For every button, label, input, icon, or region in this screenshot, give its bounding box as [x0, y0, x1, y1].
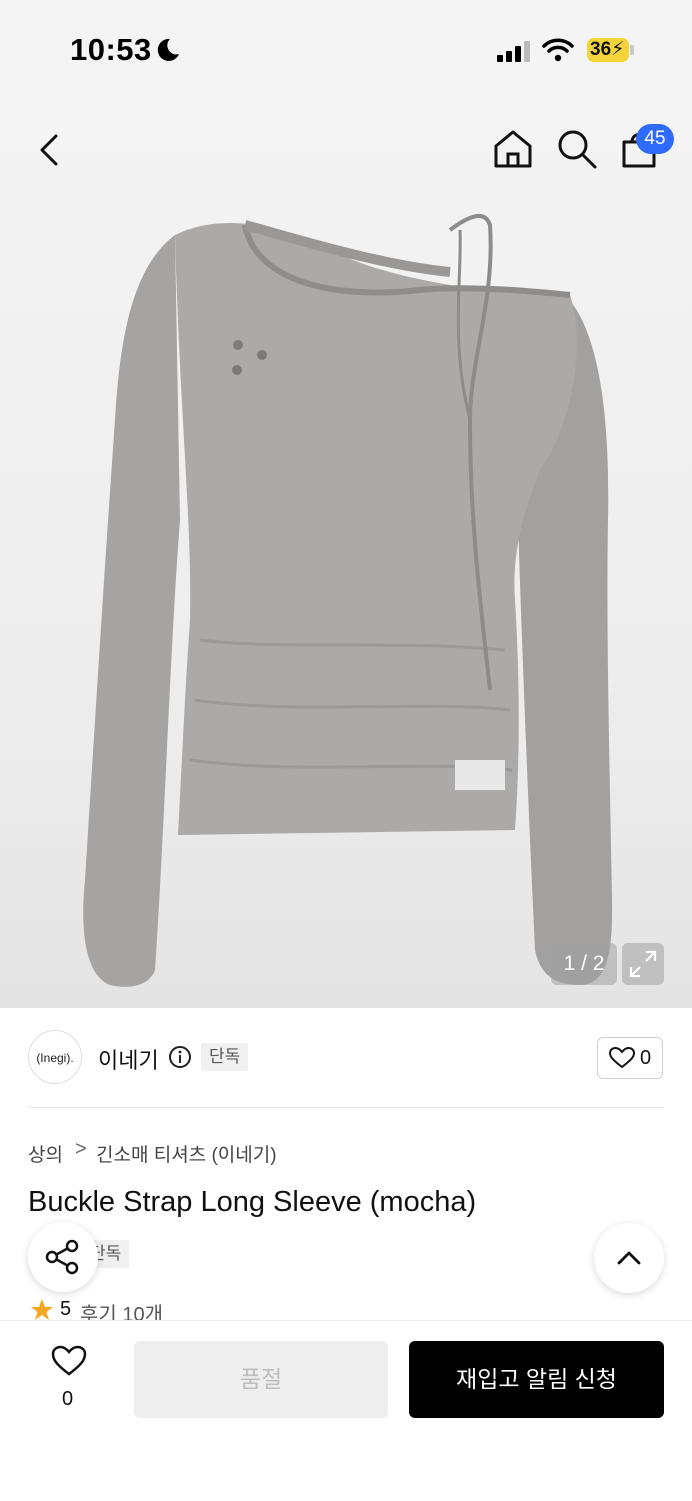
brand-like-count: 0 [640, 1047, 652, 1069]
sold-out-button[interactable]: 품절 [134, 1341, 388, 1418]
wishlist-count: 0 [62, 1388, 74, 1410]
back-button[interactable] [28, 128, 72, 172]
wishlist-heart-icon[interactable] [51, 1345, 87, 1377]
breadcrumb-subcategory[interactable]: 긴소매 티셔츠 (이네기) [96, 1140, 277, 1167]
divider [28, 1107, 664, 1108]
share-icon [45, 1239, 79, 1275]
share-button[interactable] [28, 1222, 98, 1292]
restock-alert-button[interactable]: 재입고 알림 신청 [409, 1341, 664, 1418]
cellular-signal-icon [497, 41, 530, 62]
chevron-up-icon [617, 1251, 641, 1265]
moon-icon [157, 38, 179, 61]
image-page-indicator: 1 / 2 [551, 943, 617, 985]
home-button[interactable] [490, 126, 536, 172]
breadcrumb-category[interactable]: 상의 [28, 1140, 63, 1167]
scroll-to-top-button[interactable] [594, 1223, 664, 1293]
search-button[interactable] [554, 126, 600, 172]
info-icon[interactable] [168, 1045, 192, 1069]
cart-count-badge: 45 [636, 124, 674, 154]
product-title: Buckle Strap Long Sleeve (mocha) [28, 1186, 477, 1218]
breadcrumb-separator: > [75, 1138, 87, 1160]
wifi-icon [542, 38, 574, 62]
battery-nub [630, 45, 634, 55]
battery-level: 36 [590, 39, 612, 60]
product-photo [83, 214, 613, 987]
status-time: 10:53 [70, 32, 152, 67]
heart-icon [609, 1047, 635, 1069]
brand-name[interactable]: 이네기 [98, 1043, 159, 1075]
star-icon [31, 1299, 53, 1320]
rating-value: 5 [60, 1298, 72, 1320]
exclusive-badge: 단독 [201, 1043, 249, 1071]
expand-image-button[interactable] [622, 943, 664, 985]
product-image-gallery[interactable] [0, 100, 692, 1008]
battery-indicator: 36⚡ [587, 38, 629, 62]
brand-logo[interactable]: (Inegi). [28, 1030, 82, 1084]
